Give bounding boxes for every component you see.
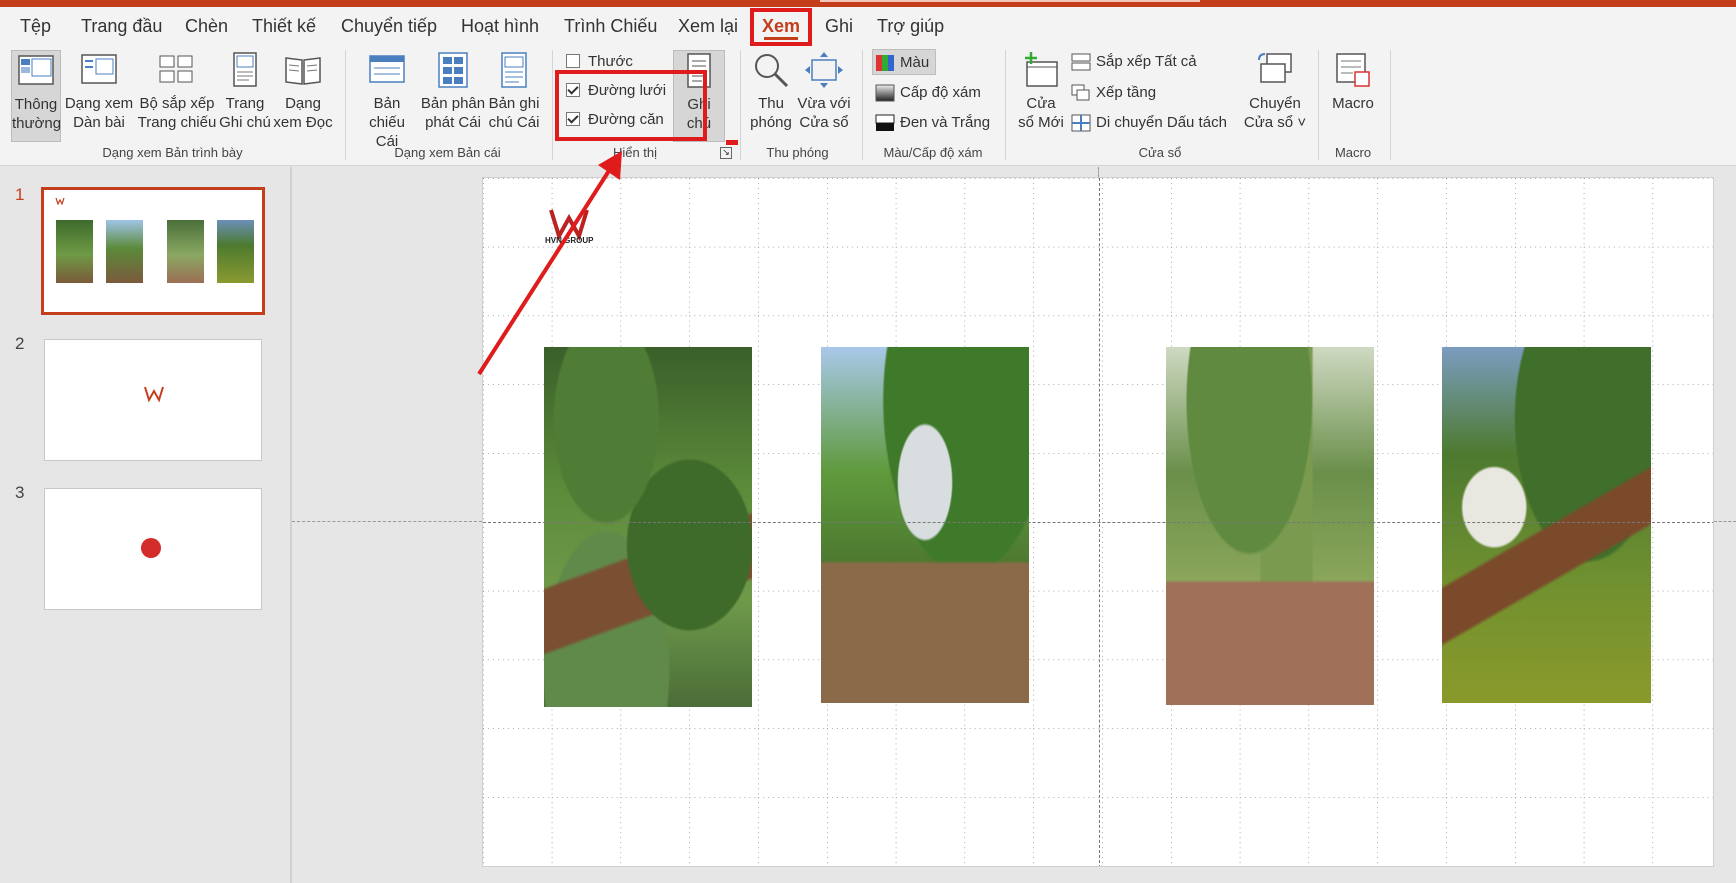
powerpoint-window: Tệp Trang đầu Chèn Thiết kế Chuyển tiếp … [0,0,1736,883]
annotation-arrow [477,151,622,376]
